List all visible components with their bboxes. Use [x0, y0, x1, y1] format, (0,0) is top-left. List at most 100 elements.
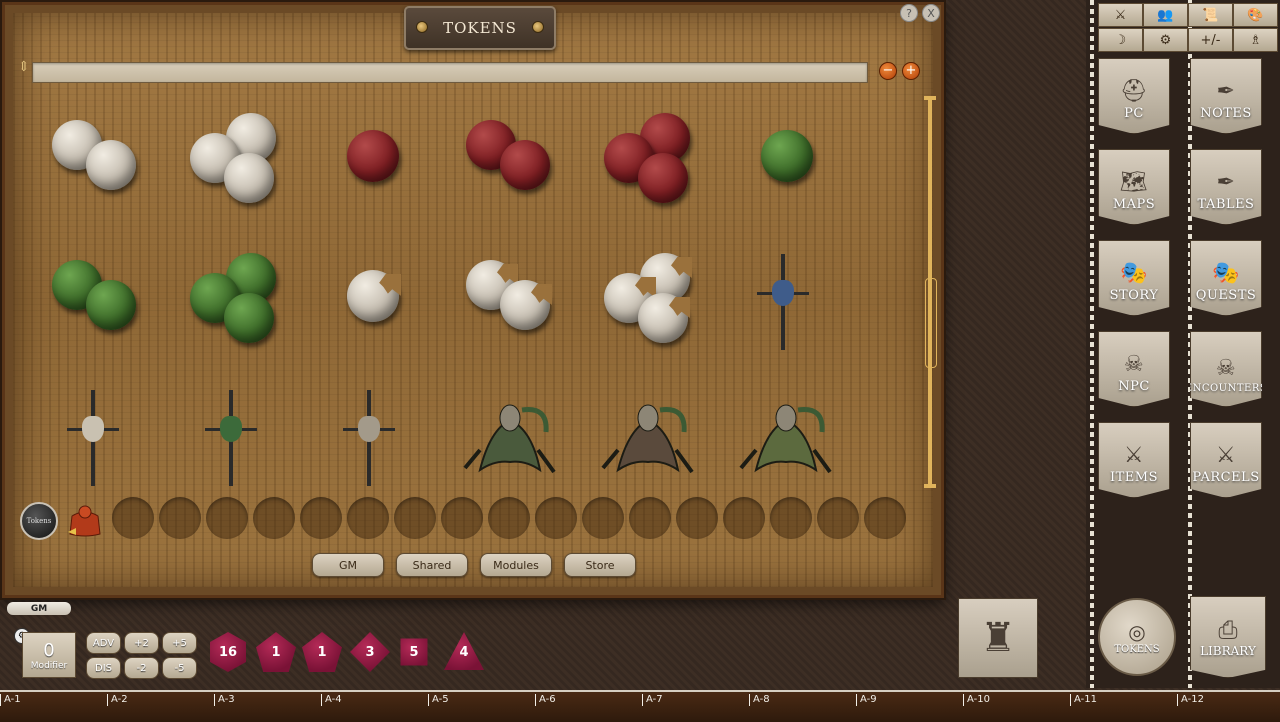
modifier-minus2-button[interactable]: -2 [124, 657, 159, 679]
token-totem-skull[interactable] [38, 384, 148, 494]
token-slot[interactable] [206, 497, 248, 539]
sidebar-maps-button[interactable]: 🗺 MAPS [1098, 149, 1170, 225]
modifier-plus5-button[interactable]: +5 [162, 632, 197, 654]
tokens-bag-label: Tokens [26, 517, 52, 525]
help-button[interactable]: ? [900, 4, 918, 22]
token-green-2[interactable] [38, 248, 148, 358]
modifier-minus5-button[interactable]: -5 [162, 657, 197, 679]
sidebar-encounters-button[interactable]: ☠ ENCOUNTERS [1190, 331, 1262, 407]
character-icon[interactable]: ♗ [1233, 28, 1278, 52]
combat-icon[interactable]: ⚔ [1098, 3, 1143, 27]
token-slot[interactable] [347, 497, 389, 539]
scroll-icon[interactable]: 📜 [1188, 3, 1233, 27]
ruler-mark: A-8 [749, 694, 770, 706]
gm-tab[interactable]: GM [7, 602, 71, 615]
sidebar-npc-label: NPC [1118, 379, 1150, 394]
night-icon[interactable]: ☽ [1098, 28, 1143, 52]
token-white-2[interactable] [38, 108, 148, 218]
zoom-out-button[interactable]: − [879, 62, 897, 80]
token-cracked-3[interactable] [590, 248, 700, 358]
tower-icon: ♜ [980, 615, 1016, 661]
token-slot[interactable] [159, 497, 201, 539]
token-beast-2[interactable] [590, 384, 700, 494]
d6-die[interactable]: 5 [400, 638, 428, 666]
token-green-1[interactable] [728, 108, 838, 218]
modifier-adv-button[interactable]: ADV [86, 632, 121, 654]
token-beast-1[interactable] [452, 384, 562, 494]
modifier-dis-button[interactable]: DIS [86, 657, 121, 679]
token-cracked-1[interactable] [314, 248, 424, 358]
window-title-text: TOKENS [443, 19, 517, 37]
token-slot[interactable] [676, 497, 718, 539]
token-red-2[interactable] [452, 108, 562, 218]
token-slot[interactable] [394, 497, 436, 539]
close-button[interactable]: X [922, 4, 940, 22]
sidebar-pc-label: PC [1124, 106, 1144, 121]
orb-icon [347, 130, 399, 182]
filter-arrow-icon: ⇕ [18, 59, 30, 75]
token-slot[interactable] [864, 497, 906, 539]
modifier-box[interactable]: 0 Modifier [22, 632, 76, 678]
story-icon: 🎭 [1120, 261, 1148, 286]
totem-icon [205, 390, 257, 486]
source-shared-button[interactable]: Shared [396, 553, 468, 577]
sidebar-parcels-button[interactable]: ⚔ PARCELS [1190, 422, 1262, 498]
window-title[interactable]: TOKENS [404, 6, 556, 50]
token-slot[interactable] [817, 497, 859, 539]
filter-input[interactable] [32, 62, 868, 83]
modifier-plus2-button[interactable]: +2 [124, 632, 159, 654]
token-totem-blue[interactable] [728, 248, 838, 358]
token-slot[interactable] [723, 497, 765, 539]
orb-icon [500, 280, 550, 330]
token-red-1[interactable] [314, 108, 424, 218]
source-modules-button[interactable]: Modules [480, 553, 552, 577]
token-slot[interactable] [629, 497, 671, 539]
token-slot[interactable] [770, 497, 812, 539]
sidebar-pc-button[interactable]: ⛑ PC [1098, 58, 1170, 134]
token-beast-3[interactable] [728, 384, 838, 494]
sidebar-story-button[interactable]: 🎭 STORY [1098, 240, 1170, 316]
token-green-3[interactable] [176, 248, 286, 358]
token-red-3[interactable] [590, 108, 700, 218]
library-button[interactable]: ⎙ LIBRARY [1190, 596, 1266, 678]
scroll-thumb[interactable] [925, 278, 937, 368]
party-icon[interactable]: 👥 [1143, 3, 1188, 27]
scrollbar[interactable] [924, 96, 937, 488]
maps-icon: 🗺 [1119, 170, 1149, 195]
token-totem-green[interactable] [176, 384, 286, 494]
source-gm-button[interactable]: GM [312, 553, 384, 577]
token-slot[interactable] [253, 497, 295, 539]
token-white-3[interactable] [176, 108, 286, 218]
token-cracked-2[interactable] [452, 248, 562, 358]
token-slot[interactable] [441, 497, 483, 539]
pc-icon: ⛑ [1119, 79, 1149, 104]
library-button-label: LIBRARY [1200, 644, 1256, 658]
sidebar-tables-button[interactable]: ✒ TABLES [1190, 149, 1262, 225]
library-icon: ⎙ [1218, 616, 1238, 644]
token-slot[interactable] [112, 497, 154, 539]
orb-icon [224, 153, 274, 203]
sidebar-npc-button[interactable]: ☠ NPC [1098, 331, 1170, 407]
rivet-icon [532, 21, 544, 33]
settings-icon[interactable]: ⚙ [1143, 28, 1188, 52]
sidebar-maps-label: MAPS [1112, 197, 1156, 212]
sidebar-items-button[interactable]: ⚔ ITEMS [1098, 422, 1170, 498]
source-store-button[interactable]: Store [564, 553, 636, 577]
sidebar-quests-button[interactable]: 🎭 QUESTS [1190, 240, 1262, 316]
tokens-bag-icon[interactable]: Tokens [20, 502, 58, 540]
modifier-icon[interactable]: +/- [1188, 28, 1233, 52]
token-totem-bone[interactable] [314, 384, 424, 494]
token-slot[interactable] [488, 497, 530, 539]
orb-icon [638, 153, 688, 203]
token-slot[interactable] [582, 497, 624, 539]
sidebar-notes-button[interactable]: ✒ NOTES [1190, 58, 1262, 134]
tokens-button[interactable]: ◎ TOKENS [1098, 598, 1176, 676]
zoom-in-button[interactable]: + [902, 62, 920, 80]
palette-icon[interactable]: 🎨 [1233, 3, 1278, 27]
dice-tower-button[interactable]: ♜ [958, 598, 1038, 678]
token-slot[interactable] [535, 497, 577, 539]
tokens-button-label: TOKENS [1114, 643, 1160, 655]
gift-bag-icon[interactable] [66, 502, 104, 538]
sidebar-items-label: ITEMS [1109, 470, 1158, 485]
token-slot[interactable] [300, 497, 342, 539]
